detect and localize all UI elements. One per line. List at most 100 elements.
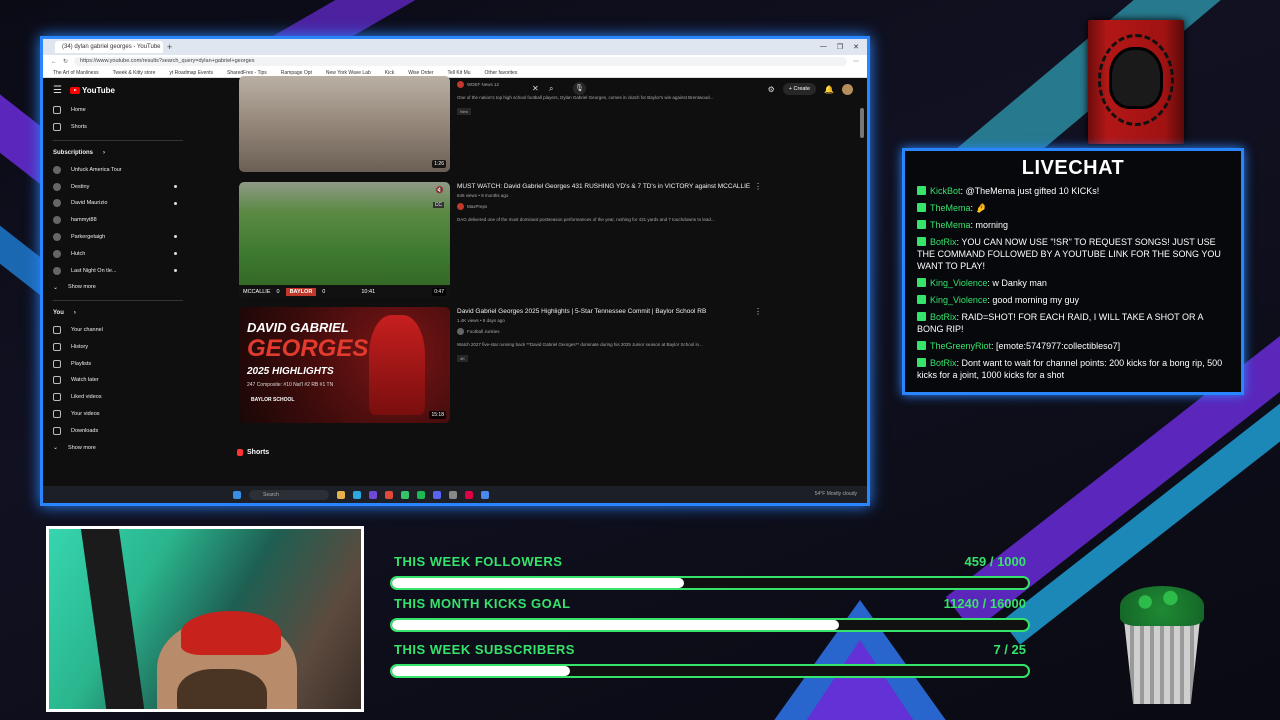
mute-icon[interactable]: 🔇 [435,186,444,194]
team-name: BAYLOR [285,287,317,296]
obs-icon[interactable] [465,490,473,499]
bookmark-item[interactable]: Tell Kit Mu [447,70,470,76]
close-window-button[interactable]: ✕ [853,43,859,51]
sidebar-subscription[interactable]: Destiny [43,178,193,195]
chrome-icon[interactable] [385,490,393,499]
sidebar-item-playlists[interactable]: Playlists [43,355,193,372]
app-icon[interactable] [369,490,377,499]
sidebar-item-your-channel[interactable]: Your channel [43,322,193,339]
badge-icon [917,278,926,287]
sidebar-subscription[interactable]: Unfuck America Tour [43,161,193,178]
bookmark-item[interactable]: Wise Order [408,70,433,76]
chat-message: BotRix: RAID=SHOT! FOR EACH RAID, I WILL… [917,312,1204,334]
folder-icon[interactable] [337,490,345,499]
menu-icon[interactable]: ☰ [53,85,62,96]
goal-label: THIS WEEK FOLLOWERS [394,554,563,569]
video-thumbnail[interactable]: DAVID GABRIEL GEORGES 2025 HIGHLIGHTS 24… [239,307,450,423]
bookmark-item[interactable]: Tweek & Kitty store [113,70,156,76]
sidebar-subscriptions-header[interactable]: Subscriptions › [43,145,193,162]
url-field[interactable]: https://www.youtube.com/results?search_q… [74,57,847,66]
chat-username: BotRix [930,358,957,368]
sidebar-item-shorts[interactable]: Shorts [43,119,193,136]
spotify-icon[interactable] [417,490,425,499]
livechat-title: LIVECHAT [1021,157,1125,179]
channel-row[interactable]: MaxPreps [457,203,757,210]
bookmark-item[interactable]: Rampage Opt [281,70,312,76]
sidebar-subscription[interactable]: Parkergetaigh [43,229,193,246]
sidebar-item-watch-later[interactable]: Watch later [43,372,193,389]
quality-badge: 4K [457,355,468,362]
section-title: Shorts [247,449,270,456]
bookmark-item[interactable]: Kick [385,70,394,76]
app-icon[interactable] [401,490,409,499]
bookmark-item[interactable]: yt Roadmap Events [169,70,213,76]
taskbar-search[interactable]: Search [249,489,329,500]
bookmark-item[interactable]: The Art of Manliness [53,70,99,76]
video-thumbnail[interactable]: 1:26 [239,76,450,172]
sidebar-item-your-videos[interactable]: Your videos [43,406,193,423]
more-options-icon[interactable]: ⋮ [754,307,762,316]
sidebar-subscription[interactable]: Last Night On tle... [43,262,193,279]
stream-goals: THIS WEEK FOLLOWERS 459 / 1000 THIS MONT… [388,554,1038,694]
minimize-button[interactable]: — [820,43,827,51]
shorts-section-header: Shorts [237,449,269,456]
search-results: 1:26 WDEF News 12 One of the nation's to… [229,76,849,486]
video-thumbnail[interactable]: 🔇 CC MCCALLIE 0 BAYLOR 0 10:41 0:47 [239,182,450,298]
app-icon[interactable] [449,490,457,499]
discord-icon[interactable] [433,490,441,499]
back-icon[interactable]: ← [51,59,57,65]
goal-progress-bar [390,664,1030,678]
video-icon [53,409,61,418]
bookmark-item[interactable]: SharedFrex - Tips [227,70,267,76]
chat-message: TheGreenyRiot: [emote:5747977:collectibl… [917,340,1229,352]
sidebar-item-liked-videos[interactable]: Liked videos [43,389,193,406]
video-title[interactable]: MUST WATCH: David Gabriel Georges 431 RU… [457,182,757,191]
refresh-icon[interactable]: ↻ [63,58,68,65]
chat-username: KickBot [930,186,961,196]
show-more-button[interactable]: ⌄ Show more [43,439,193,456]
sidebar-subscription[interactable]: Hutch [43,245,193,262]
chat-username: TheMema [930,220,971,230]
app-icon[interactable] [481,490,489,499]
video-title[interactable]: David Gabriel Georges 2025 Highlights | … [457,307,757,316]
sidebar-item-downloads[interactable]: Downloads [43,422,193,439]
youtube-logo[interactable]: YouTube [69,85,115,95]
chat-username: TheMema [930,203,971,213]
bookmark-item[interactable]: New York Wave Lab [326,70,371,76]
channel-row[interactable]: Football Junkies [457,328,757,335]
windows-taskbar: Search 54°F Mostly cloudy [43,486,867,503]
player-image [369,315,425,415]
duration-badge: 0:47 [432,288,446,296]
thumbnail-text: BAYLOR SCHOOL [251,397,295,403]
system-tray: 54°F Mostly cloudy [814,491,857,497]
browser-tab[interactable]: (34) dylan gabriel georges - YouTube [55,41,163,53]
captions-icon[interactable]: CC [432,202,444,208]
show-more-button[interactable]: ⌄ Show more [43,279,193,296]
bookmark-item[interactable]: Other favorites [485,70,518,76]
sidebar-item-history[interactable]: History [43,338,193,355]
sidebar-item-label: David Maurizio [71,200,108,207]
badge-icon [917,237,926,246]
channel-avatar [457,328,464,335]
goal-label: THIS WEEK SUBSCRIBERS [394,642,575,657]
scrollbar[interactable] [860,108,864,138]
sidebar-subscription[interactable]: David Maurizio [43,195,193,212]
video-meta: David Gabriel Georges 2025 Highlights | … [457,307,757,365]
edge-icon[interactable] [353,490,361,499]
new-tab-button[interactable]: + [167,42,172,52]
sidebar-subscription[interactable]: hammyt88 [43,212,193,229]
channel-row[interactable]: WDEF News 12 [457,81,757,88]
channel-name: Football Junkies [467,329,500,334]
video-description: Watch 2027 five-star running back **Davi… [457,342,703,347]
sidebar-you-header[interactable]: You › [43,305,193,322]
maximize-button[interactable]: ❐ [837,43,843,51]
logo-text: YouTube [81,85,115,95]
channel-icon [53,325,61,334]
chat-text: morning [975,220,1009,230]
chevron-down-icon: ⌄ [53,445,59,452]
more-options-icon[interactable]: ⋮ [754,182,762,191]
goal-label: THIS MONTH KICKS GOAL [394,596,571,611]
extensions-icon[interactable]: ⋯ [853,58,859,65]
start-icon[interactable] [233,490,241,499]
sidebar-item-home[interactable]: Home [43,102,193,119]
